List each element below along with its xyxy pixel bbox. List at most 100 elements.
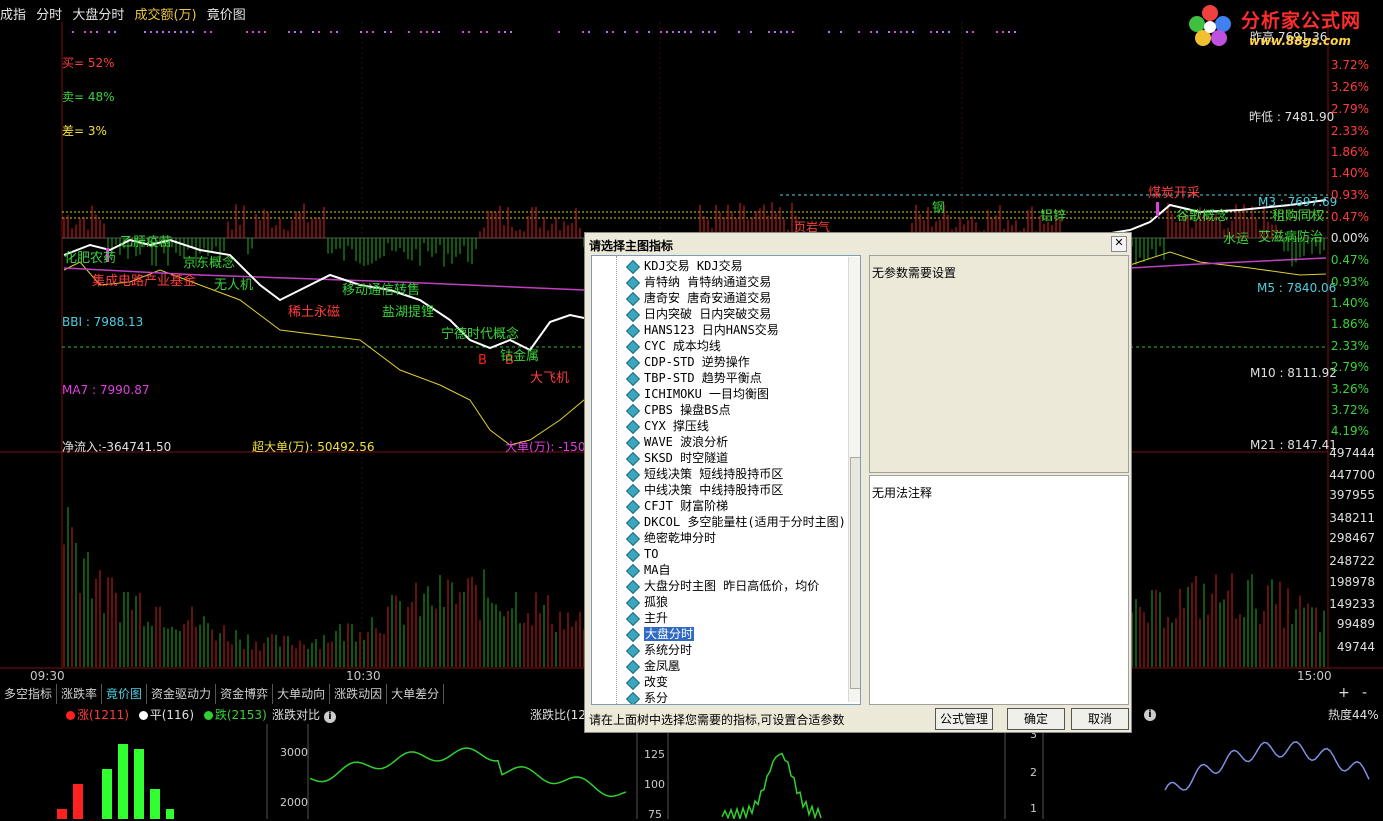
tree-item[interactable]: CPBS 操盘BS点 — [625, 402, 731, 418]
tree-item[interactable]: 肯特纳 肯特纳通道交易 — [625, 274, 771, 290]
tree-item[interactable]: 日内突破 日内突破交易 — [625, 306, 771, 322]
signal-dot — [468, 31, 470, 33]
tree-item[interactable]: 唐奇安 唐奇安通道交易 — [625, 290, 771, 306]
tree-item[interactable]: 短线决策 短线持股持币区 — [625, 466, 784, 482]
tree-item[interactable]: CFJT 财富阶梯 — [625, 498, 728, 514]
signal-dot — [900, 31, 902, 33]
tree-item[interactable]: ICHIMOKU 一目均衡图 — [625, 386, 769, 402]
tree-item-label: CPBS 操盘BS点 — [644, 403, 731, 417]
tab-big-order-trend[interactable]: 大单动向 — [273, 684, 331, 704]
tree-item[interactable]: 金凤凰 — [625, 658, 680, 674]
tab-big-order-diff[interactable]: 大单差分 — [387, 684, 445, 704]
volume-tick: 198978 — [1329, 575, 1375, 589]
indicator-icon — [625, 643, 641, 658]
tree-item[interactable]: 大盘分时主图 昨日高低价，均价 — [625, 578, 819, 594]
signal-dot — [144, 31, 146, 33]
tree-item[interactable]: MA自 — [625, 562, 670, 578]
bbi-value: BBI : 7988.13 — [62, 315, 144, 329]
tree-scrollbar[interactable] — [848, 257, 860, 702]
breadth-bar — [57, 809, 67, 819]
tree-item[interactable]: TBP-STD 趋势平衡点 — [625, 370, 762, 386]
tree-item[interactable]: 主升 — [625, 610, 669, 626]
updown-ratio-line — [721, 752, 822, 819]
close-icon[interactable]: ✕ — [1111, 236, 1127, 252]
breadth-bar — [73, 784, 83, 819]
tree-item-label: 主升 — [644, 611, 669, 625]
tree-item-label: 短线决策 短线持股持币区 — [644, 467, 784, 481]
tree-item[interactable]: CYX 撑压线 — [625, 418, 709, 434]
percent-tick: 3.72% — [1330, 58, 1369, 72]
signal-dot — [636, 31, 638, 33]
tab-reason[interactable]: 涨跌动因 — [330, 684, 388, 704]
tree-item-label: HANS123 日内HANS交易 — [644, 323, 779, 337]
indicator-tree[interactable]: KDJ交易 KDJ交易 肯特纳 肯特纳通道交易 唐奇安 唐奇安通道交易 日内突破 日内… — [591, 255, 861, 705]
tab-fund-drive[interactable]: 资金驱动力 — [147, 684, 217, 704]
signal-dot — [786, 31, 788, 33]
indicator-icon — [625, 611, 641, 626]
tree-item[interactable]: CDP-STD 逆势操作 — [625, 354, 750, 370]
tree-item[interactable]: DKCOL 多空能量柱(适用于分时主图) — [625, 514, 846, 530]
signal-dot — [300, 31, 302, 33]
signal-dot — [486, 31, 488, 33]
signal-dot — [582, 31, 584, 33]
big-order: 大单(万): -1501 — [505, 440, 594, 454]
concept-label: 煤炭开采 — [1148, 186, 1201, 201]
signal-dot — [966, 31, 968, 33]
time-label-start: 09:30 — [30, 669, 65, 683]
tree-item[interactable]: WAVE 波浪分析 — [625, 434, 728, 450]
breadth-bar — [102, 769, 112, 819]
signal-dot — [858, 31, 860, 33]
indicator-icon — [625, 451, 641, 466]
concept-label: 钢 — [932, 201, 946, 216]
signal-dot — [156, 31, 158, 33]
percent-tick: 2.33% — [1330, 124, 1369, 138]
axis2-tick: 125 — [644, 748, 665, 761]
axis1-tick: 2000 — [280, 796, 308, 809]
tree-item[interactable]: HANS123 日内HANS交易 — [625, 322, 779, 338]
tree-item[interactable]: 系统分时 — [625, 642, 692, 658]
tree-item[interactable]: CYC 成本均线 — [625, 338, 721, 354]
indicator-icon — [625, 403, 641, 418]
updown-compare-line — [309, 747, 627, 798]
tree-item[interactable]: KDJ交易 KDJ交易 — [625, 258, 743, 274]
indicator-icon — [625, 435, 641, 450]
indicator-icon — [625, 355, 641, 370]
tree-item[interactable]: 孤狼 — [625, 594, 668, 610]
tree-item-label: DKCOL 多空能量柱(适用于分时主图) — [644, 515, 846, 529]
tree-item[interactable]: SKSD 时空隧道 — [625, 450, 728, 466]
signal-dot — [258, 31, 260, 33]
tab-duokong[interactable]: 多空指标 — [0, 684, 58, 704]
minus-icon[interactable]: - — [1362, 685, 1367, 701]
indicator-icon — [625, 371, 641, 386]
time-label-mid: 10:30 — [346, 669, 381, 683]
tree-item[interactable]: 改变 — [625, 674, 668, 690]
signal-dot — [114, 31, 116, 33]
marker-bar — [1156, 202, 1159, 216]
signal-dot — [96, 31, 98, 33]
volume-tick: 348211 — [1329, 511, 1375, 525]
signal-dot — [996, 31, 998, 33]
indicator-icon — [625, 499, 641, 514]
net-inflow: 净流入:-364741.50 — [62, 440, 172, 454]
formula-manage-button[interactable]: 公式管理 — [935, 708, 993, 730]
percent-tick: 3.26% — [1330, 80, 1369, 94]
tree-item[interactable]: 大盘分时 — [625, 626, 695, 642]
cancel-button[interactable]: 取消 — [1071, 708, 1129, 730]
percent-tick: 0.47% — [1330, 253, 1369, 267]
tab-zhangdielv[interactable]: 涨跌率 — [57, 684, 103, 704]
breadth-bar — [150, 789, 160, 819]
tab-auction[interactable]: 竟价图 — [102, 684, 148, 704]
m10-value: M10 : 8111.92 — [1250, 366, 1337, 380]
tree-item[interactable]: TO — [625, 546, 658, 562]
tree-item[interactable]: 系分 — [625, 690, 668, 704]
tab-fund-game[interactable]: 资金博弈 — [216, 684, 274, 704]
tree-item[interactable]: 中线决策 中线持股持币区 — [625, 482, 783, 498]
ok-button[interactable]: 确定 — [1007, 708, 1065, 730]
axis2-tick: 100 — [644, 778, 665, 791]
signal-dot — [792, 31, 794, 33]
tree-item[interactable]: 绝密乾坤分时 — [625, 530, 716, 546]
plus-icon[interactable]: + — [1338, 685, 1350, 701]
scroll-thumb[interactable] — [850, 457, 860, 689]
signal-dot — [108, 31, 110, 33]
time-label-end: 15:00 — [1297, 669, 1332, 683]
